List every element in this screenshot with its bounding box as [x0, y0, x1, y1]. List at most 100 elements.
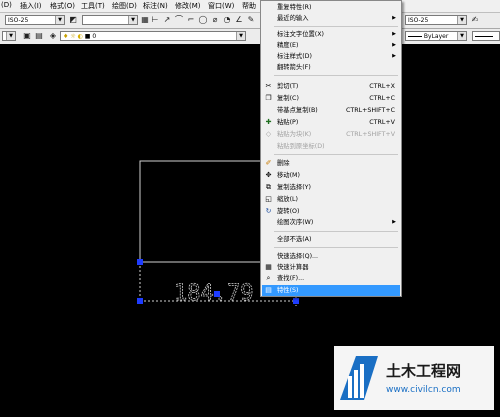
menu-item-dim-style[interactable]: 标注样式(D) ▶: [262, 51, 400, 62]
menu-item-move[interactable]: ✥ 移动(M): [262, 170, 400, 181]
menu-item-deselect-all[interactable]: 全部不选(A): [262, 234, 400, 245]
diameter-dim-icon[interactable]: ◔: [222, 15, 232, 25]
menu-separator: [274, 247, 398, 248]
arc-dim-icon[interactable]: ⌒: [174, 15, 184, 25]
grip-right-bottom[interactable]: [293, 298, 299, 304]
menu-item-label: 特性(S): [277, 287, 299, 294]
scale-icon: ◱: [265, 195, 272, 203]
menu-item-label: 全部不选(A): [277, 236, 312, 243]
menu-tools[interactable]: 工具(T): [81, 1, 105, 11]
style-combo-empty[interactable]: ▼: [82, 15, 138, 25]
menu-dimension[interactable]: 标注(N): [143, 1, 168, 11]
linetype-combo[interactable]: ByLayer ▼: [405, 31, 467, 41]
toolbar-styles: ISO-25 ▼ ◩ ▼ ▦ ⊢ ↗ ⌒ ⌐ ◯ ⌀ ◔ ∠ ✎ ISO-25 …: [0, 13, 500, 29]
quick-dim-icon[interactable]: ✎: [246, 15, 256, 25]
jogged-dim-icon[interactable]: ⌀: [210, 15, 220, 25]
menu-item-label: 旋转(O): [277, 208, 300, 215]
menu-insert[interactable]: 插入(I): [20, 1, 42, 11]
menu-draw-d[interactable]: (D): [1, 1, 12, 9]
chevron-down-icon[interactable]: ▼: [236, 32, 245, 40]
chevron-down-icon[interactable]: ▼: [128, 16, 137, 24]
menu-item-shortcut: CTRL+X: [369, 83, 395, 90]
menu-item-recent-input[interactable]: 最近的输入 ▶: [262, 13, 400, 24]
watermark-title: 土木工程网: [386, 362, 461, 380]
dimension-text[interactable]: 184.79: [174, 281, 254, 307]
dim-style-manager-icon[interactable]: ✍: [470, 15, 480, 25]
chevron-down-icon[interactable]: ▼: [6, 32, 15, 40]
ordinate-dim-icon[interactable]: ⌐: [186, 15, 196, 25]
workspace-combo[interactable]: ▼: [2, 31, 16, 41]
menu-draw[interactable]: 绘图(D): [112, 1, 137, 11]
aligned-dim-icon[interactable]: ↗: [162, 15, 172, 25]
menu-item-cut[interactable]: ✂ 剪切(T) CTRL+X: [262, 81, 400, 92]
color-swatch-icon: ■: [84, 33, 91, 40]
chevron-down-icon[interactable]: ▼: [457, 16, 466, 24]
menu-item-flip-arrow[interactable]: 翻转箭头(F): [262, 62, 400, 73]
building-logo-icon: [348, 376, 352, 398]
building-logo-icon: [354, 370, 358, 398]
angular-dim-icon[interactable]: ∠: [234, 15, 244, 25]
menu-item-dim-text-position[interactable]: 标注文字位置(X) ▶: [262, 29, 400, 40]
menu-item-label: 粘贴(P): [277, 119, 299, 126]
menu-item-draw-order[interactable]: 绘图次序(W) ▶: [262, 217, 400, 228]
line-sample-icon: [408, 36, 422, 37]
linetype-value: ByLayer: [423, 33, 449, 40]
menu-item-label: 查找(F)...: [277, 275, 305, 282]
layer-properties-icon[interactable]: ▣: [22, 31, 32, 41]
menu-help[interactable]: 帮助: [242, 1, 256, 11]
layer-combo[interactable]: ♦ ☼ ◐ ■ 0 ▼: [60, 31, 246, 41]
menu-modify[interactable]: 修改(M): [175, 1, 201, 11]
lock-icon: ◐: [77, 33, 83, 40]
menu-item-label: 复制(C): [277, 95, 299, 102]
linear-dim-icon[interactable]: ⊢: [150, 15, 160, 25]
menu-item-shortcut: CTRL+C: [369, 95, 395, 102]
menu-item-shortcut: CTRL+V: [369, 119, 395, 126]
dim-style-manager-icon[interactable]: ◩: [68, 15, 78, 25]
menu-item-repeat-properties[interactable]: 重复特性(R): [262, 2, 400, 13]
grip-text[interactable]: [214, 291, 220, 297]
menu-item-copy[interactable]: ❐ 复制(C) CTRL+C: [262, 93, 400, 104]
lineweight-sample-icon: [475, 36, 493, 37]
submenu-arrow-icon: ▶: [392, 31, 396, 37]
menu-item-label: 绘图次序(W): [277, 219, 314, 226]
submenu-arrow-icon: ▶: [392, 42, 396, 48]
building-logo-icon: [360, 364, 364, 398]
paste-icon: ✚: [265, 118, 272, 126]
menu-item-copy-selection[interactable]: ⧉ 复制选择(Y): [262, 182, 400, 193]
radius-dim-icon[interactable]: ◯: [198, 15, 208, 25]
toolbar-layers: ▼ ▣ ▤ ◈ ♦ ☼ ◐ ■ 0 ▼ ByLayer ▼: [0, 29, 500, 45]
menu-item-quick-calc[interactable]: ▦ 快速计算器: [262, 262, 400, 273]
menu-item-label: 快速选择(Q)...: [277, 253, 319, 260]
menu-window[interactable]: 窗口(W): [208, 1, 234, 11]
context-menu: 重复特性(R) 最近的输入 ▶ 标注文字位置(X) ▶ 精度(E) ▶ 标注样式…: [260, 0, 402, 297]
menu-item-scale[interactable]: ◱ 缩放(L): [262, 194, 400, 205]
grip-left-top[interactable]: [137, 259, 143, 265]
menu-separator: [274, 26, 398, 27]
dim-style-value: ISO-25: [8, 17, 29, 24]
lineweight-combo[interactable]: [472, 31, 500, 41]
chevron-down-icon[interactable]: ▼: [457, 32, 466, 40]
grip-left-bottom[interactable]: [137, 298, 143, 304]
layer-state-icon[interactable]: ▤: [34, 31, 44, 41]
menu-item-label: 删除: [277, 160, 290, 167]
menu-item-quick-select[interactable]: 快速选择(Q)...: [262, 251, 400, 262]
menu-item-precision[interactable]: 精度(E) ▶: [262, 40, 400, 51]
lightbulb-icon: ♦: [63, 33, 69, 40]
menu-item-properties[interactable]: ▤ 特性(S): [262, 285, 400, 296]
watermark-svg: 土木工程网 www.civilcn.com: [334, 346, 494, 410]
menu-item-shortcut: CTRL+SHIFT+C: [345, 107, 395, 114]
table-style-icon[interactable]: ▦: [140, 15, 150, 25]
dim-style-combo-right[interactable]: ISO-25 ▼: [405, 15, 467, 25]
chevron-down-icon[interactable]: ▼: [55, 16, 64, 24]
menu-item-copy-with-basepoint[interactable]: 带基点复制(B) CTRL+SHIFT+C: [262, 105, 400, 116]
find-icon: ⌕: [266, 274, 271, 282]
move-icon: ✥: [265, 171, 272, 179]
menu-item-find[interactable]: ⌕ 查找(F)...: [262, 273, 400, 284]
menu-format[interactable]: 格式(O): [50, 1, 75, 11]
layer-manager-icon[interactable]: ◈: [48, 31, 58, 41]
menu-item-rotate[interactable]: ↻ 旋转(O): [262, 206, 400, 217]
dim-style-combo[interactable]: ISO-25 ▼: [5, 15, 65, 25]
menu-item-paste[interactable]: ✚ 粘贴(P) CTRL+V: [262, 117, 400, 128]
menu-item-erase[interactable]: ✐ 删除: [262, 158, 400, 169]
layer-name: 0: [92, 33, 97, 40]
